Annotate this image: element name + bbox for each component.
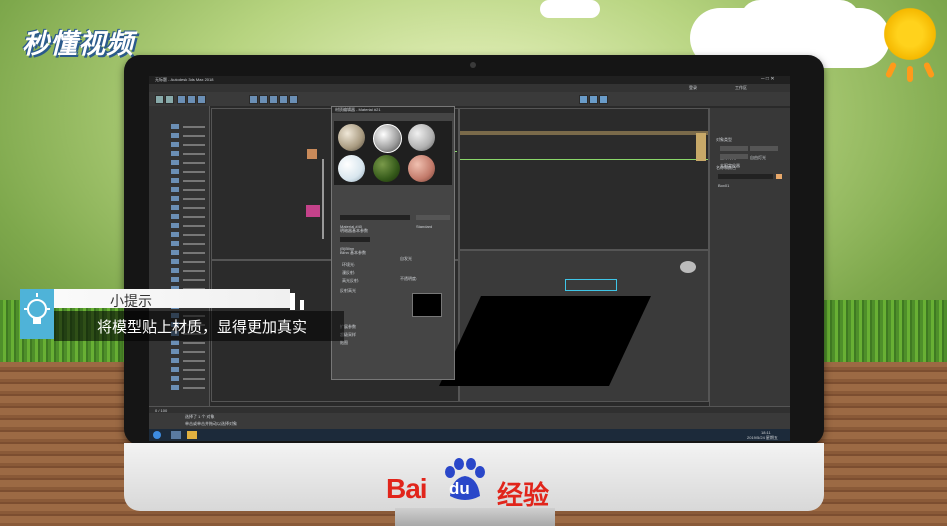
select-icon[interactable] — [249, 95, 258, 104]
material-sample-slots — [334, 121, 452, 185]
model-lamp — [307, 149, 317, 159]
material-slot[interactable] — [373, 155, 400, 182]
cloud-decoration — [540, 0, 600, 18]
free-light-button[interactable]: 自由灯光 — [750, 146, 778, 160]
model-line — [322, 159, 324, 239]
status-text: 选择了 1 个 对象 — [185, 414, 215, 419]
render-icon[interactable] — [599, 95, 608, 104]
move-icon[interactable] — [269, 95, 278, 104]
tip-title: 小提示 — [110, 293, 152, 309]
sign-in-field[interactable]: 登录 — [689, 86, 697, 90]
status-bar: 选择了 1 个 对象 单击或单击并拖动以选择对象 — [149, 413, 790, 429]
model-sofa-set — [439, 296, 651, 386]
tip-decoration — [300, 300, 304, 310]
name-color-header: 名称和颜色 — [716, 165, 736, 170]
title-bar: 无标题 - Autodesk 3ds Max 2018 ─ □ ✕ — [149, 76, 790, 84]
material-name-field[interactable]: Material #40 — [340, 215, 410, 229]
sun-positioner-button[interactable]: 太阳定位器 — [720, 154, 748, 168]
tip-decoration — [290, 293, 295, 310]
material-slot[interactable] — [408, 124, 435, 151]
brand-logo: 秒懂视频 — [22, 29, 134, 59]
tip-title-bar — [54, 289, 290, 308]
prompt-text: 单击或单击并拖动以选择对象 — [185, 421, 237, 426]
rotate-icon[interactable] — [279, 95, 288, 104]
clock-date: 2019/5/24 星期五 — [747, 435, 778, 440]
window-controls[interactable]: ─ □ ✕ — [761, 77, 775, 82]
menu-bar: 登录 工作区 — [149, 84, 790, 92]
main-toolbar — [149, 92, 790, 106]
tip-body-text: 将模型贴上材质，显得更加真实 — [97, 319, 308, 336]
object-type-header: 对象类型 — [716, 137, 732, 142]
target-light-button[interactable]: 目标灯光 — [720, 146, 748, 160]
baidu-du-text: du — [449, 479, 470, 498]
tip-icon-box — [20, 289, 54, 339]
material-editor-titlebar: 材质编辑器 - Material #21 — [332, 107, 454, 113]
command-panel: 对象类型 目标灯光 自由灯光 太阳定位器 名称和颜色 Box01 — [709, 108, 790, 408]
viewport-front[interactable] — [459, 108, 709, 250]
baidu-logo-text: Bai — [386, 473, 428, 504]
lightbulb-icon — [24, 293, 50, 324]
maps-rollout[interactable]: 贴图 — [340, 341, 348, 345]
undo-icon[interactable] — [155, 95, 164, 104]
shader-rollout[interactable]: 明暗器基本参数 — [340, 229, 368, 233]
model-post — [696, 133, 706, 161]
selected-object-highlight[interactable] — [565, 279, 617, 291]
material-slot[interactable] — [373, 124, 402, 153]
baidu-jingyan-text: 经验 — [497, 480, 550, 510]
material-slot[interactable] — [338, 155, 365, 182]
viewcube-icon[interactable] — [680, 261, 696, 273]
material-type-button[interactable]: Standard — [416, 215, 450, 229]
name-field[interactable]: Box01 — [718, 174, 773, 188]
bind-icon[interactable] — [197, 95, 206, 104]
workspace-label: 工作区 — [735, 85, 747, 90]
highlight-curve-preview — [412, 293, 442, 317]
scene-explorer-icons[interactable] — [171, 124, 179, 394]
unlink-icon[interactable] — [187, 95, 196, 104]
app-screen: 无标题 - Autodesk 3ds Max 2018 ─ □ ✕ 登录 工作区 — [149, 76, 790, 441]
scale-icon[interactable] — [289, 95, 298, 104]
viewport-perspective[interactable] — [439, 250, 709, 402]
taskbar-folder-icon[interactable] — [187, 431, 197, 439]
model-object — [306, 205, 320, 217]
blinn-rollout[interactable]: Blinn 基本参数 — [340, 251, 366, 255]
shader-dropdown[interactable]: (B)Blinn — [340, 237, 370, 251]
cloud-decoration — [740, 0, 860, 40]
monitor-camera — [470, 62, 476, 68]
link-icon[interactable] — [177, 95, 186, 104]
material-slot[interactable] — [408, 155, 435, 182]
window-title: 无标题 - Autodesk 3ds Max 2018 — [155, 77, 214, 82]
scene-explorer-list[interactable] — [183, 126, 205, 396]
material-slot[interactable] — [338, 124, 365, 151]
material-editor-window: 材质编辑器 - Material #21 Material #40 Standa… — [331, 106, 455, 380]
start-button-icon[interactable] — [153, 431, 161, 439]
sun-icon — [880, 4, 940, 82]
selection-line — [460, 159, 708, 160]
object-color-swatch[interactable] — [776, 174, 782, 179]
select-region-icon[interactable] — [259, 95, 268, 104]
taskbar-app-icon[interactable] — [171, 431, 181, 439]
windows-taskbar: 18:11 2019/5/24 星期五 — [149, 429, 790, 441]
render-setup-icon[interactable] — [589, 95, 598, 104]
material-editor-icon[interactable] — [579, 95, 588, 104]
model-beam — [460, 131, 708, 135]
redo-icon[interactable] — [165, 95, 174, 104]
